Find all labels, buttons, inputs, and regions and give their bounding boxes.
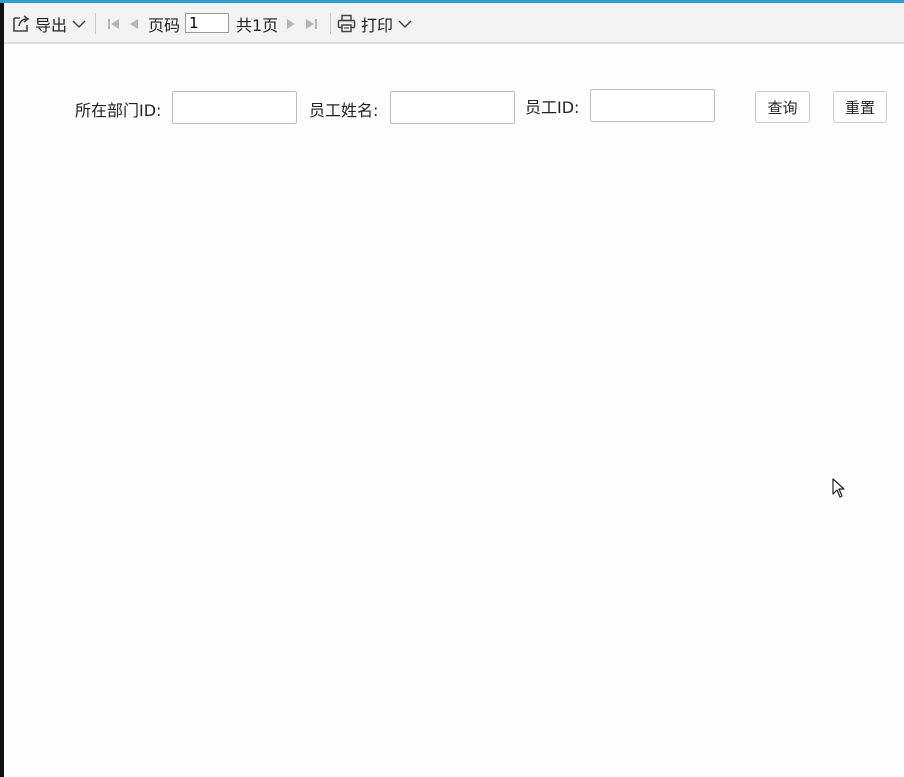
mouse-cursor-icon — [832, 478, 846, 499]
total-pages-label: 共1页 — [236, 15, 279, 35]
print-menu-button[interactable]: 打印 — [337, 3, 412, 44]
next-page-button[interactable] — [285, 3, 297, 44]
last-page-button[interactable] — [304, 3, 318, 44]
export-label: 导出 — [35, 15, 68, 35]
export-icon — [12, 14, 31, 33]
first-page-button[interactable] — [107, 3, 121, 44]
export-menu-button[interactable]: 导出 — [12, 3, 86, 44]
chevron-down-icon — [72, 19, 86, 29]
toolbar-separator — [330, 13, 331, 34]
next-page-icon — [285, 17, 297, 31]
toolbar-separator — [95, 13, 96, 34]
prev-page-icon — [128, 17, 140, 31]
employee-id-input[interactable] — [590, 89, 715, 122]
print-label: 打印 — [361, 15, 394, 35]
dept-id-label: 所在部门ID: — [75, 101, 162, 120]
dept-id-input[interactable] — [172, 91, 297, 124]
window-left-edge — [0, 3, 4, 777]
page-label: 页码 — [148, 15, 181, 35]
report-viewer: 导出 页码 1 共1页 打印 所在部门ID: 员工姓名: 员工ID: 查询 重置 — [0, 0, 904, 777]
query-button[interactable]: 查询 — [755, 91, 810, 123]
reset-button[interactable]: 重置 — [833, 91, 887, 123]
page-number-input[interactable] — [185, 13, 229, 33]
printer-icon — [337, 14, 356, 33]
employee-name-input[interactable] — [390, 91, 515, 124]
prev-page-button[interactable] — [128, 3, 140, 44]
chevron-down-icon — [398, 19, 412, 29]
first-page-icon — [107, 17, 121, 31]
employee-name-label: 员工姓名: — [309, 101, 379, 120]
report-toolbar: 导出 页码 1 共1页 打印 — [4, 3, 904, 44]
last-page-icon — [304, 17, 318, 31]
employee-id-label: 员工ID: — [525, 98, 580, 117]
